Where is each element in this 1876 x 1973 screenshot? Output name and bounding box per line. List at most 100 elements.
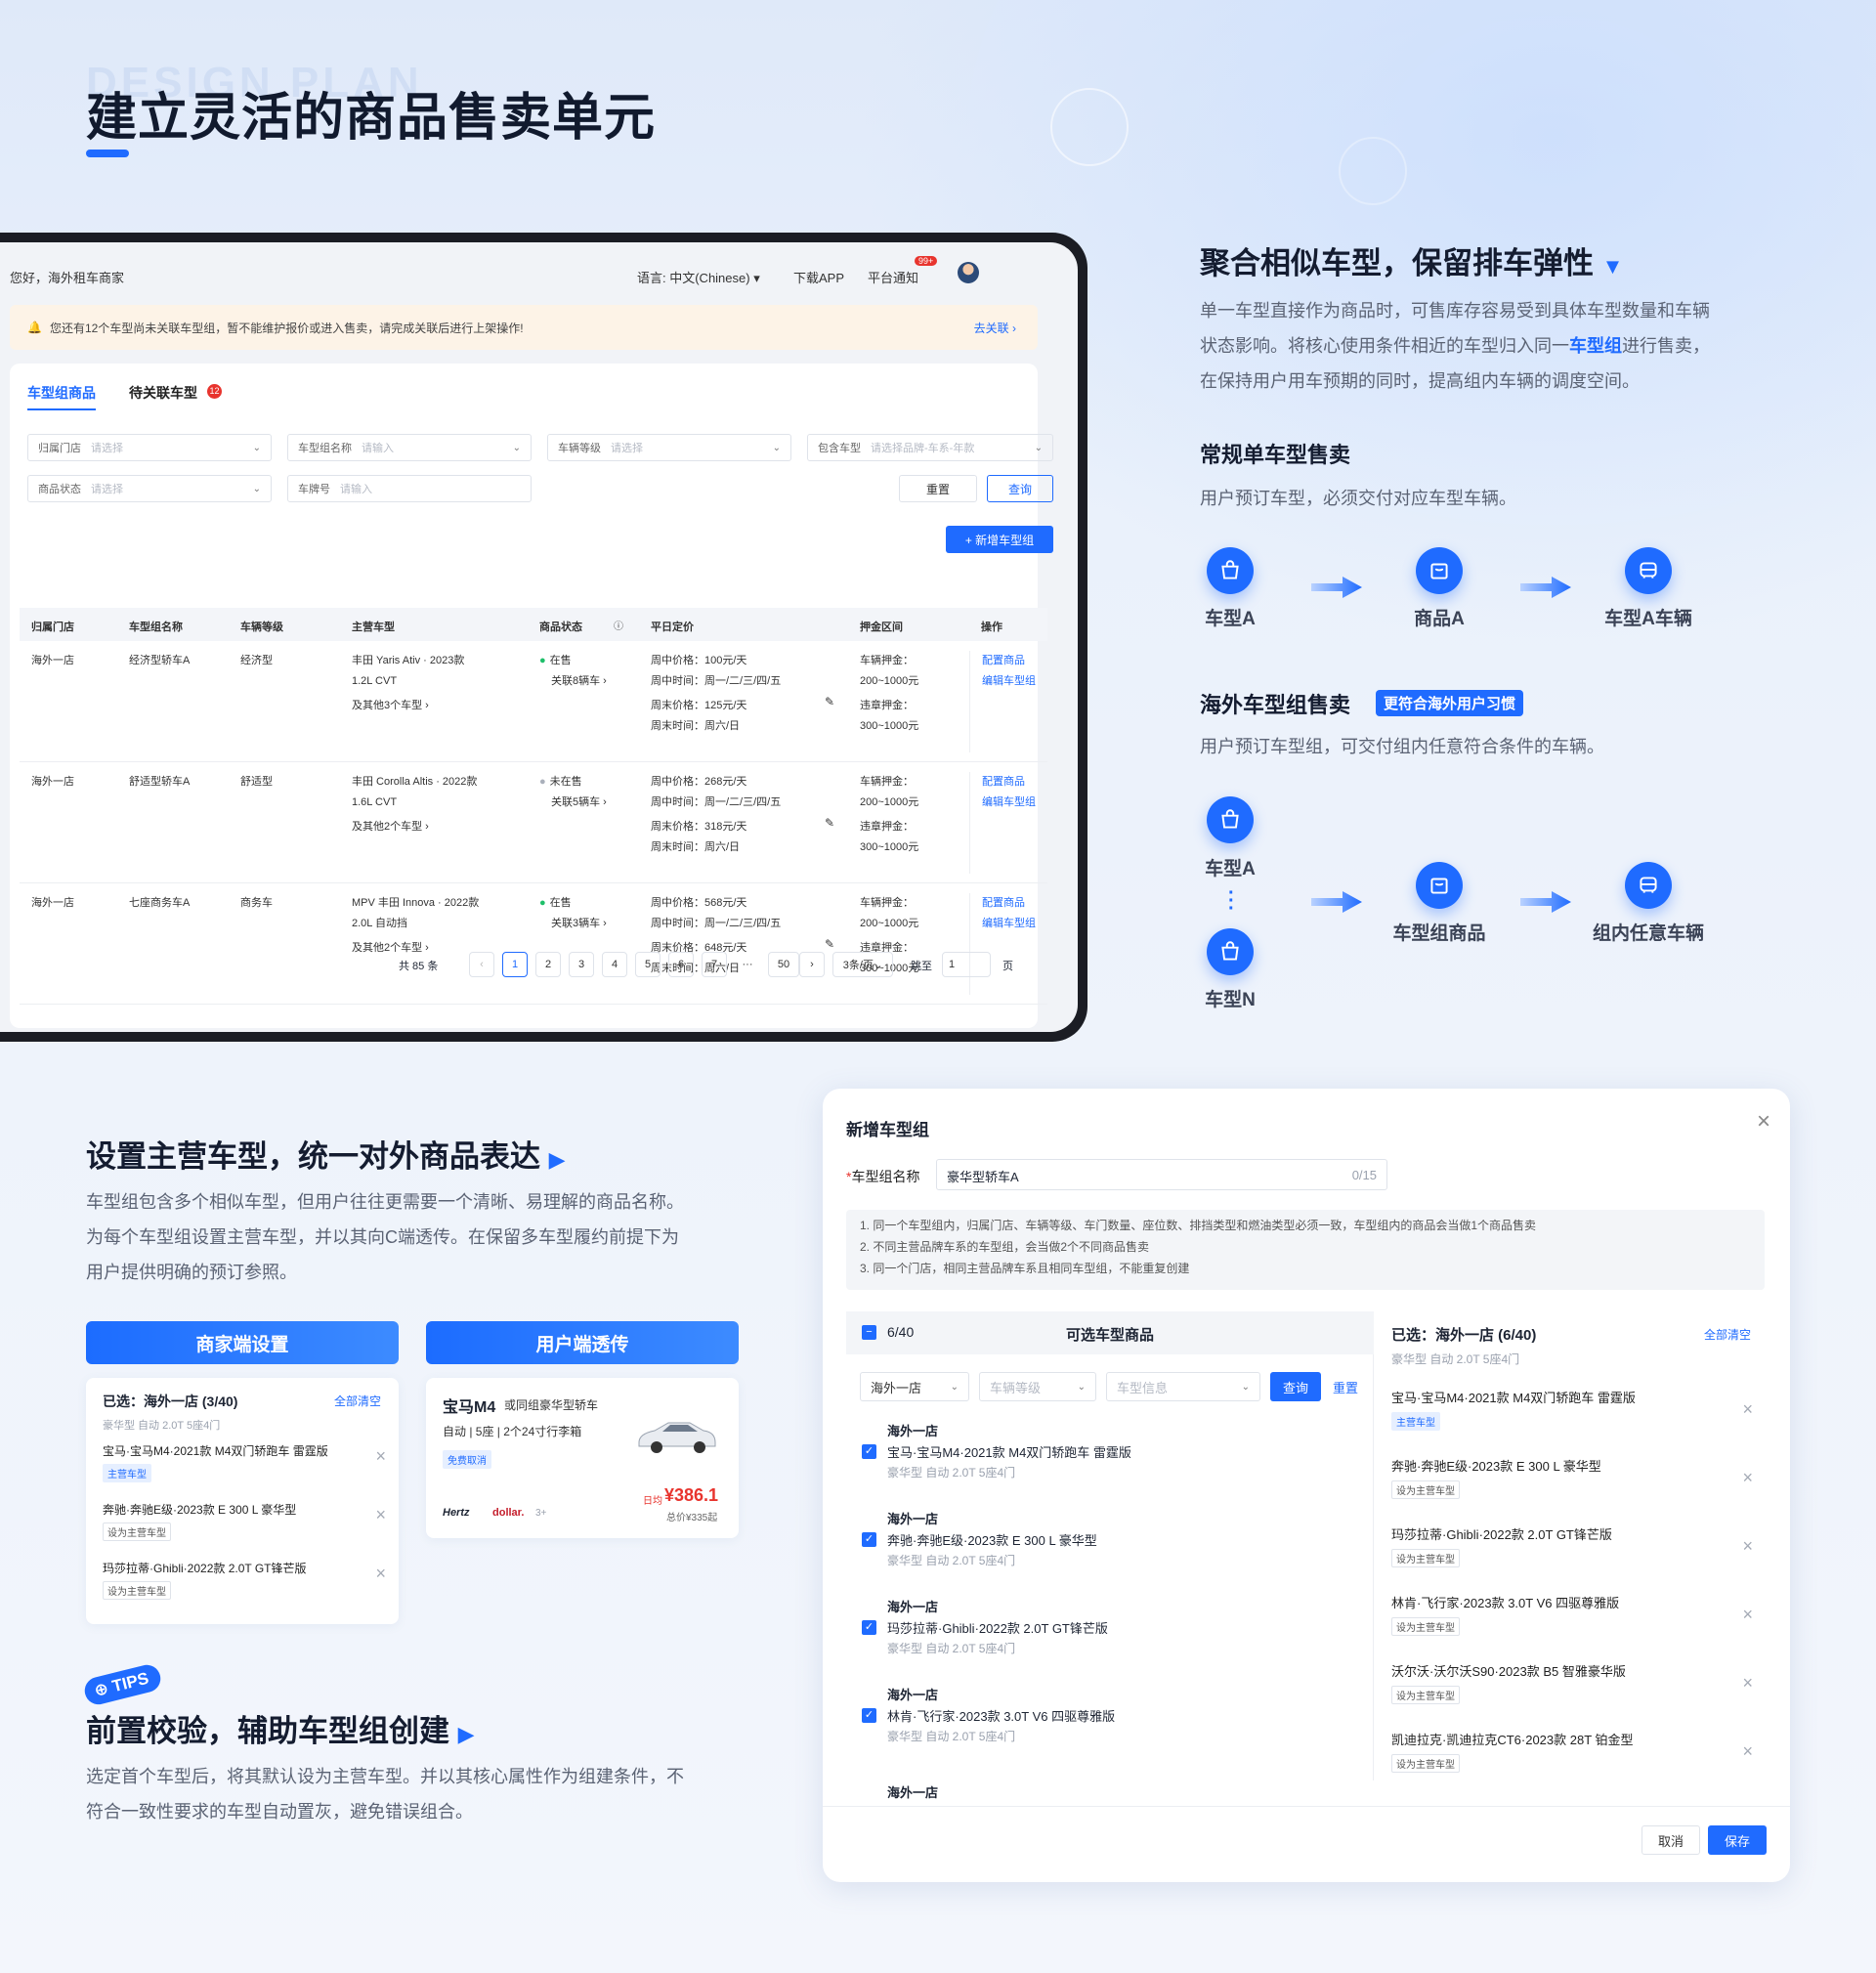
arrow-right-icon [1520,891,1571,913]
linked-cars-link[interactable]: 关联8辆车 › [551,671,607,692]
list-item-meta: 豪华型 自动 2.0T 5座4门 [887,1642,1016,1655]
cancel-button[interactable]: 取消 [1642,1825,1700,1855]
add-group-button[interactable]: + 新增车型组 [946,526,1053,553]
edit-group-link[interactable]: 编辑车型组 [982,914,1036,934]
page-ellipsis: ··· [742,959,753,970]
close-icon[interactable]: × [375,1446,386,1467]
triangle-right-icon: ▶ [457,1722,475,1746]
page-button[interactable]: 2 [535,952,561,977]
decorative-bubble [1339,137,1407,205]
available-count: 6/40 [887,1324,915,1340]
cell-store: 海外一店 [31,776,74,788]
linked-cars-link[interactable]: 关联5辆车 › [551,793,607,813]
model-info-select[interactable]: 车型信息 ⌄ [1106,1372,1260,1401]
total-count: 共 85 条 [399,961,439,972]
close-icon[interactable]: × [1742,1741,1753,1762]
edit-group-link[interactable]: 编辑车型组 [982,671,1036,692]
decorative-bubble [1050,88,1129,166]
cell-price: 周中价格：100元/天 周中时间：周一/二/三/四/五 周末价格：125元/天 周末时… [651,651,781,737]
checkbox[interactable]: ✓ [862,1532,876,1547]
list-item: 海外一店 ✓ 林肯·飞行家·2023款 3.0T V6 四驱尊雅版 豪华型 自动 2.… [846,1685,1354,1763]
level-select[interactable]: 车辆等级 ⌄ [979,1372,1096,1401]
filter-status[interactable]: 商品状态 请选择 ⌄ [27,475,272,502]
language-select[interactable]: 语言: 中文(Chinese) ▾ [637,268,760,286]
page-button[interactable]: 3 [569,952,594,977]
group-name-input[interactable]: 豪华型轿车A 0/15 [936,1159,1387,1190]
set-main-button[interactable]: 设为主营车型 [103,1581,171,1600]
page-button[interactable]: 1 [502,952,528,977]
download-app-link[interactable]: 下载APP [793,268,844,286]
set-main-button[interactable]: 设为主营车型 [1391,1480,1460,1499]
save-button[interactable]: 保存 [1708,1825,1767,1855]
close-icon[interactable]: × [375,1505,386,1525]
configure-product-link[interactable]: 配置商品 [982,651,1036,671]
other-models-link[interactable]: 及其他3个车型 › [352,696,518,716]
page-button[interactable]: 50 [768,952,799,977]
next-page-button[interactable]: › [799,952,825,977]
checkbox[interactable]: ✓ [862,1444,876,1459]
flow2-group-product: 车型组商品 [1392,923,1486,944]
available-panel: − 6/40 可选车型商品 海外一店 ⌄ 车辆等级 ⌄ 车型信息 ⌄ 查询 重置 海外… [846,1311,1374,1800]
tab-group-products[interactable]: 车型组商品 [27,383,96,403]
store-select[interactable]: 海外一店 ⌄ [860,1372,969,1401]
set-main-button[interactable]: 设为主营车型 [1391,1549,1460,1567]
cell-level: 舒适型 [240,776,273,788]
query-button[interactable]: 查询 [987,475,1053,502]
close-icon[interactable]: × [375,1564,386,1584]
page-button[interactable]: 5 [635,952,661,977]
checkbox[interactable]: ✓ [862,1708,876,1723]
filter-group-name[interactable]: 车型组名称 请输入 ⌄ [287,434,532,461]
filter-vehicle-level[interactable]: 车辆等级 请选择 ⌄ [547,434,791,461]
price-line: 周中价格：100元/天 [651,655,747,666]
col-price: 平日定价 [651,622,694,633]
car-image [638,1422,716,1453]
edit-group-link[interactable]: 编辑车型组 [982,793,1036,813]
price-line: 周末时间：周六/日 [651,841,741,853]
set-main-button[interactable]: 设为主营车型 [1391,1754,1460,1773]
tab-indicator [27,408,96,410]
close-icon[interactable]: × [1742,1605,1753,1625]
filter-included-model[interactable]: 包含车型 请选择品牌-车系-年款 ⌄ [807,434,1053,461]
selected-count: 已选：海外一店 (6/40) [1391,1327,1537,1344]
set-main-button[interactable]: 设为主营车型 [1391,1686,1460,1704]
product-icon [1416,547,1463,594]
close-icon[interactable]: × [1742,1536,1753,1557]
avatar[interactable] [958,262,979,283]
filter-plate[interactable]: 车牌号 请输入 [287,475,532,502]
checkbox[interactable]: ✓ [862,1620,876,1635]
model-line1: 丰田 Yaris Ativ · 2023款 [352,655,465,666]
configure-product-link[interactable]: 配置商品 [982,893,1036,914]
status-dot-icon: ● [539,776,546,788]
page-button[interactable]: 6 [668,952,694,977]
clear-all-link[interactable]: 全部清空 [1704,1326,1751,1343]
modal-reset-link[interactable]: 重置 [1333,1378,1358,1396]
go-link-button[interactable]: 去关联 › [974,320,1016,336]
price-line: 周中时间：周一/二/三/四/五 [651,918,782,929]
platform-notice[interactable]: 平台通知 [868,268,918,286]
set-main-button[interactable]: 设为主营车型 [1391,1617,1460,1636]
edit-icon[interactable]: ✎ [825,813,834,834]
item-name: 玛莎拉蒂·Ghibli·2022款 2.0T GT锋芒版 [103,1562,307,1575]
close-icon[interactable]: × [1742,1399,1753,1420]
page-button[interactable]: 4 [602,952,627,977]
list-item-store: 海外一店 [887,1512,939,1526]
edit-icon[interactable]: ✎ [825,692,834,712]
linked-cars-link[interactable]: 关联3辆车 › [551,914,607,934]
prev-page-button[interactable]: ‹ [469,952,494,977]
page-size-select[interactable]: 3条/页 ⌄ [832,952,893,977]
merchant-clear[interactable]: 全部清空 [334,1393,381,1409]
page-button[interactable]: 7 [702,952,727,977]
close-icon[interactable]: × [1742,1673,1753,1694]
modal-query-button[interactable]: 查询 [1270,1372,1321,1401]
jump-input[interactable]: 1 [942,952,991,977]
close-icon[interactable]: × [1757,1108,1770,1136]
select-all-checkbox[interactable]: − [862,1325,876,1340]
reset-button[interactable]: 重置 [899,475,977,502]
filter-store[interactable]: 归属门店 请选择 ⌄ [27,434,272,461]
configure-product-link[interactable]: 配置商品 [982,772,1036,793]
tab-unlinked-models[interactable]: 待关联车型 [129,383,197,403]
other-models-link[interactable]: 及其他2个车型 › [352,817,518,837]
close-icon[interactable]: × [1742,1468,1753,1488]
deposit-line: 违章押金： [860,821,914,833]
set-main-button[interactable]: 设为主营车型 [103,1523,171,1541]
